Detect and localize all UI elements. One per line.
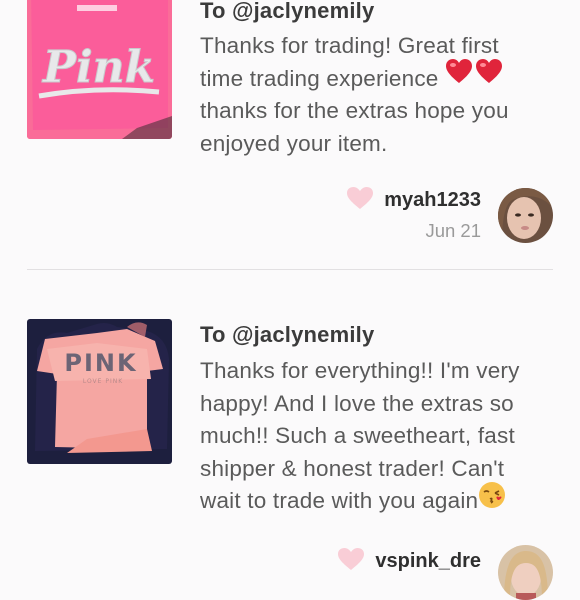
- author-row: myah1233: [346, 186, 481, 215]
- review-author[interactable]: myah1233: [384, 189, 481, 212]
- review-message: Thanks for everything!! I'm very happy! …: [200, 355, 556, 518]
- listing-thumbnail[interactable]: Pink: [27, 0, 172, 139]
- review-date: Jun 21: [425, 220, 481, 241]
- divider: [27, 269, 553, 270]
- message-line: much!! Such a sweetheart, fast: [200, 423, 515, 449]
- review-recipient: To @jaclynemily: [200, 0, 375, 23]
- author-row: vspink_dre: [337, 547, 481, 576]
- message-line: thanks for the extras hope you: [200, 98, 509, 124]
- message-line: enjoyed your item.: [200, 131, 388, 157]
- shirt-print-text: Pink: [41, 42, 155, 93]
- heart-like-icon[interactable]: [337, 547, 365, 576]
- message-line-text: wait to trade with you again: [200, 488, 479, 514]
- shirt-print-subtext: LOVE PINK: [83, 378, 123, 385]
- review-author[interactable]: vspink_dre: [375, 550, 481, 573]
- kiss-face-icon: [478, 481, 506, 519]
- message-line: time trading experience: [200, 58, 556, 96]
- shirt-print-text: PINK: [64, 349, 137, 377]
- message-line-text: time trading experience: [200, 65, 439, 91]
- avatar[interactable]: [498, 545, 553, 600]
- avatar[interactable]: [498, 188, 553, 243]
- review-message: Thanks for trading! Great first time tra…: [200, 30, 556, 161]
- listing-thumbnail[interactable]: PINK LOVE PINK: [27, 319, 172, 464]
- heart-icon: [445, 58, 503, 96]
- heart-like-icon[interactable]: [346, 186, 374, 215]
- message-line: happy! And I love the extras so: [200, 390, 514, 416]
- review-recipient: To @jaclynemily: [200, 322, 375, 347]
- message-line: wait to trade with you again: [200, 481, 556, 518]
- message-line: Thanks for everything!! I'm very: [200, 358, 520, 383]
